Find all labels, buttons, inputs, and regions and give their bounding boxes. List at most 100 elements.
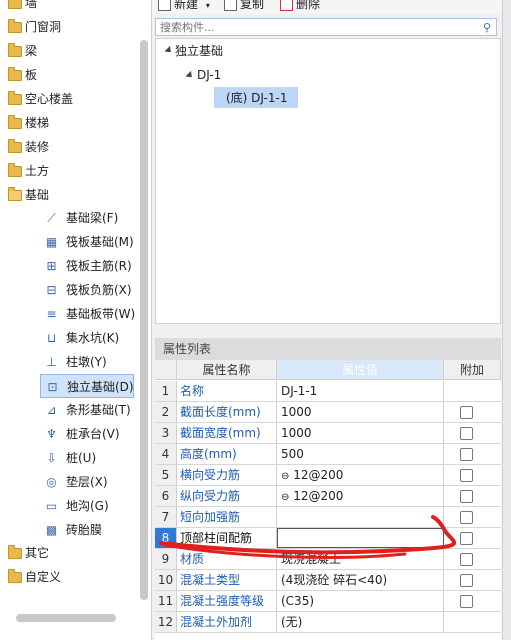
col-header-name[interactable]: 属性名称 — [177, 360, 277, 380]
brick-mold-icon: ▩ — [45, 522, 58, 537]
props-grid: 属性名称 属性值 附加 1 名称 DJ-1-1 2 截面长度(mm) 1000 3 截面宽度(… — [155, 360, 501, 640]
cushion-icon: ◎ — [46, 474, 57, 489]
tree-subitem-label: 集水坑(K) — [66, 331, 120, 345]
property-name: 截面长度(mm) — [177, 402, 277, 422]
property-value[interactable]: 500 — [277, 444, 444, 464]
tree-category-label: 墙 — [25, 0, 38, 10]
strip-icon: ≡ — [46, 306, 57, 321]
table-row[interactable]: 5 横向受力筋 ⊖ 12@200 — [155, 465, 501, 486]
tree-category-label: 基础 — [25, 188, 50, 202]
property-value-input[interactable] — [277, 528, 444, 548]
beam-icon: ⟋ — [47, 210, 56, 225]
raft-neg-rebar-icon: ⊟ — [46, 282, 57, 297]
row-number: 3 — [155, 423, 177, 443]
property-value[interactable]: 1000 — [277, 423, 444, 443]
isolated-footing-icon: ⊡ — [47, 379, 58, 394]
tree-node-child[interactable]: DJ-1 — [197, 65, 221, 85]
property-name: 名称 — [177, 381, 277, 401]
copy-button[interactable]: 复制 — [224, 0, 264, 12]
extra-checkbox[interactable] — [460, 574, 473, 587]
property-value[interactable]: DJ-1-1 — [277, 381, 444, 401]
tree-subitem-label: 基础板带(W) — [66, 307, 136, 321]
table-row[interactable]: 6 纵向受力筋 ⊖ 12@200 — [155, 486, 501, 507]
row-number: 9 — [155, 549, 177, 569]
delete-icon — [280, 0, 293, 11]
table-row[interactable]: 8 顶部柱间配筋 — [155, 528, 501, 549]
extra-checkbox[interactable] — [460, 406, 473, 419]
tree-node-leaf[interactable]: (底) DJ-1-1 — [226, 88, 287, 108]
tree-vertical-scrollbar[interactable] — [140, 40, 148, 600]
chevron-down-icon[interactable]: ▾ — [206, 1, 210, 10]
property-value[interactable]: ⊖ 12@200 — [277, 465, 444, 485]
folder-icon — [8, 545, 22, 559]
property-value[interactable]: (无) — [277, 612, 444, 632]
extra-checkbox[interactable] — [460, 553, 473, 566]
extra-checkbox[interactable] — [460, 469, 473, 482]
search-input[interactable] — [156, 19, 464, 35]
raft-icon: ▦ — [45, 234, 58, 249]
table-row[interactable]: 1 名称 DJ-1-1 — [155, 381, 501, 402]
extra-checkbox[interactable] — [460, 595, 473, 608]
property-value-text: DJ-1-1 — [281, 384, 318, 398]
tree-subitem-7[interactable]: ⊡ 独立基础(D) — [40, 374, 134, 398]
property-name: 横向受力筋 — [177, 465, 277, 485]
component-toolbar: 新建 ▾ 复制 删除 — [152, 0, 502, 14]
property-value[interactable] — [277, 507, 444, 527]
property-name: 混凝土外加剂 — [177, 612, 277, 632]
tree-subitem-label: 柱墩(Y) — [66, 355, 107, 369]
tree-subitem-label: 地沟(G) — [66, 499, 109, 513]
folder-icon — [8, 67, 22, 81]
folder-icon — [8, 187, 22, 201]
row-number: 6 — [155, 486, 177, 506]
col-header-extra[interactable]: 附加 — [444, 360, 501, 380]
splitter[interactable] — [155, 325, 501, 337]
table-row[interactable]: 4 高度(mm) 500 — [155, 444, 501, 465]
property-value-text: 现浇混凝土 — [281, 552, 342, 566]
folder-icon — [8, 115, 22, 129]
tree-subitem-label: 桩(U) — [66, 451, 97, 465]
col-header-value[interactable]: 属性值 — [277, 360, 444, 380]
table-row[interactable]: 7 短向加强筋 — [155, 507, 501, 528]
tree-subitem-label: 筏板主筋(R) — [66, 259, 132, 273]
tree-category-label: 土方 — [25, 164, 50, 178]
search-icon[interactable]: ⚲ — [483, 21, 491, 34]
tree-category-label: 楼梯 — [25, 116, 50, 130]
property-name: 混凝土类型 — [177, 570, 277, 590]
property-name: 顶部柱间配筋 — [177, 528, 277, 548]
property-value-text: 12@200 — [289, 468, 344, 482]
tree-category-label: 门窗洞 — [25, 20, 62, 34]
extra-checkbox[interactable] — [460, 490, 473, 503]
extra-checkbox[interactable] — [460, 427, 473, 440]
category-tree-panel: 墙门窗洞梁板空心楼盖 楼梯 装修 土方 基础 ⟋ 基础梁(F) ▦ 筏板基础(M) ⊞ 筏板主筋(R… — [0, 0, 152, 640]
delete-button[interactable]: 删除 — [280, 0, 320, 12]
tree-subitem-label: 垫层(X) — [66, 475, 108, 489]
new-button[interactable]: 新建 ▾ — [158, 0, 210, 12]
table-row[interactable]: 12 混凝土外加剂 (无) — [155, 612, 501, 633]
row-number: 12 — [155, 612, 177, 632]
property-value[interactable]: ⊖ 12@200 — [277, 486, 444, 506]
extra-checkbox[interactable] — [460, 448, 473, 461]
sump-icon: ⊔ — [46, 330, 57, 345]
table-row[interactable]: 9 材质 现浇混凝土 — [155, 549, 501, 570]
right-edge-panel — [502, 0, 511, 640]
tree-node-root[interactable]: 独立基础 — [175, 41, 223, 61]
table-row[interactable]: 10 混凝土类型 (4现浇砼 碎石<40) — [155, 570, 501, 591]
property-value[interactable]: (C35) — [277, 591, 444, 611]
tree-horizontal-scrollbar[interactable] — [16, 614, 116, 622]
table-row[interactable]: 2 截面长度(mm) 1000 — [155, 402, 501, 423]
extra-checkbox[interactable] — [460, 511, 473, 524]
property-value[interactable]: (4现浇砼 碎石<40) — [277, 570, 444, 590]
folder-icon — [8, 163, 22, 177]
tree-category-label: 其它 — [25, 546, 50, 560]
property-value[interactable]: 现浇混凝土 — [277, 549, 444, 569]
property-value[interactable]: 1000 — [277, 402, 444, 422]
row-number: 2 — [155, 402, 177, 422]
row-number: 1 — [155, 381, 177, 401]
table-row[interactable]: 11 混凝土强度等级 (C35) — [155, 591, 501, 612]
folder-icon — [8, 91, 22, 105]
tree-category-label: 装修 — [25, 140, 50, 154]
property-value-text: 12@200 — [289, 489, 344, 503]
row-number: 8 — [155, 528, 177, 548]
extra-checkbox[interactable] — [460, 532, 473, 545]
table-row[interactable]: 3 截面宽度(mm) 1000 — [155, 423, 501, 444]
